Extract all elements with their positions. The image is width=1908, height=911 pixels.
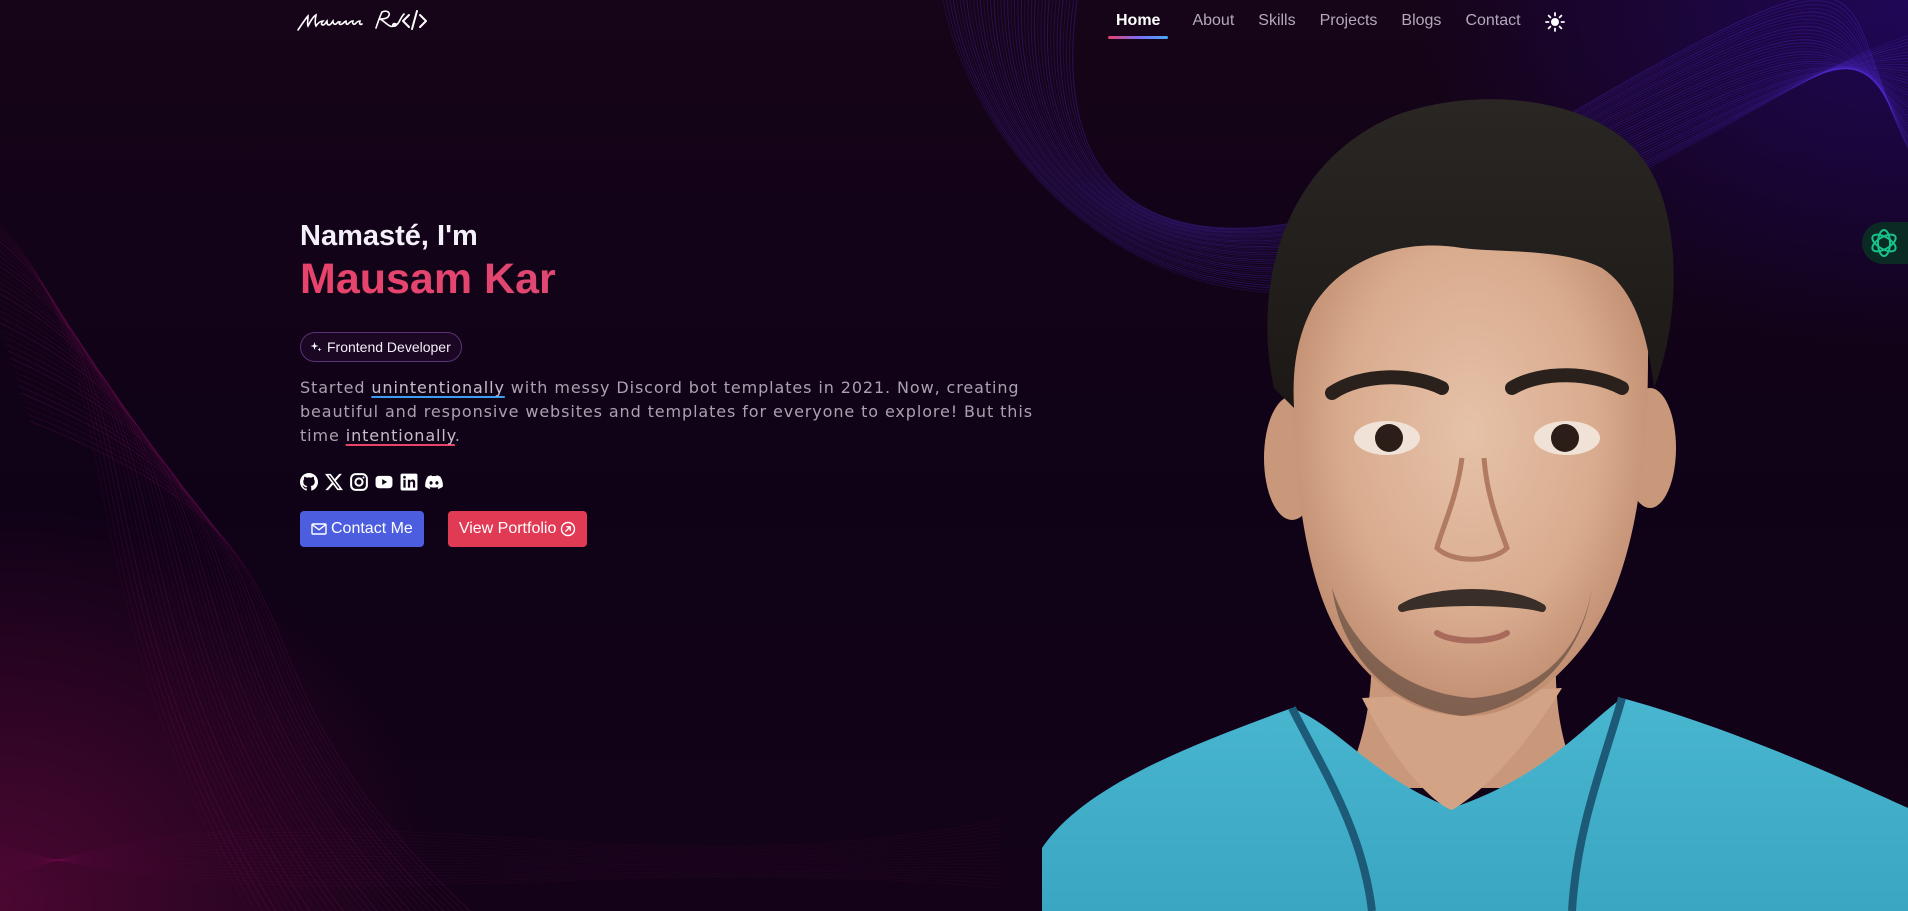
nav-item-blogs[interactable]: Blogs	[1401, 10, 1441, 38]
mail-icon	[311, 523, 327, 535]
role-badge: Frontend Developer	[300, 332, 462, 362]
nav-links: Home About Skills Projects Blogs Contact	[1108, 10, 1565, 39]
intro-text-1: Started	[300, 378, 372, 397]
instagram-icon[interactable]	[350, 473, 368, 491]
x-icon[interactable]	[325, 473, 343, 491]
hero-name: Mausam Kar	[300, 254, 1060, 304]
intro-paragraph: Started unintentionally with messy Disco…	[300, 376, 1040, 448]
intro-highlight-unintentionally: unintentionally	[371, 378, 505, 397]
nav-item-skills[interactable]: Skills	[1258, 10, 1295, 38]
ai-assistant-button[interactable]	[1862, 222, 1908, 264]
sun-icon[interactable]	[1544, 12, 1565, 32]
intro-text-3: .	[454, 426, 461, 445]
role-label: Frontend Developer	[327, 339, 451, 355]
profile-photo	[1042, 99, 1908, 911]
github-icon[interactable]	[300, 473, 318, 491]
view-portfolio-label: View Portfolio	[458, 520, 557, 537]
navbar: Home About Skills Projects Blogs Contact	[0, 0, 1908, 44]
nav-item-home[interactable]: Home	[1108, 10, 1169, 39]
nav-item-contact[interactable]: Contact	[1465, 10, 1520, 38]
nav-item-about[interactable]: About	[1192, 10, 1234, 38]
linkedin-icon[interactable]	[400, 473, 418, 491]
social-links	[300, 473, 1060, 491]
sparkle-icon	[310, 342, 322, 352]
nav-item-projects[interactable]: Projects	[1320, 10, 1378, 38]
discord-icon[interactable]	[425, 473, 443, 491]
contact-me-label: Contact Me	[331, 520, 413, 537]
youtube-icon[interactable]	[375, 473, 393, 491]
intro-highlight-intentionally: intentionally	[345, 426, 455, 445]
greeting-text: Namasté, I'm	[300, 220, 478, 252]
hero-buttons: Contact Me View Portfolio	[300, 511, 1060, 547]
signature-logo[interactable]	[296, 6, 456, 34]
ai-assistant-icon	[1871, 229, 1897, 257]
contact-me-button[interactable]: Contact Me	[300, 511, 424, 547]
page: Home About Skills Projects Blogs Contact	[0, 0, 1908, 911]
arrow-up-right-circle-icon	[561, 521, 576, 537]
hero-section: Namasté, I'm Mausam Kar Frontend Develop…	[300, 218, 1060, 547]
view-portfolio-button[interactable]: View Portfolio	[447, 511, 588, 547]
